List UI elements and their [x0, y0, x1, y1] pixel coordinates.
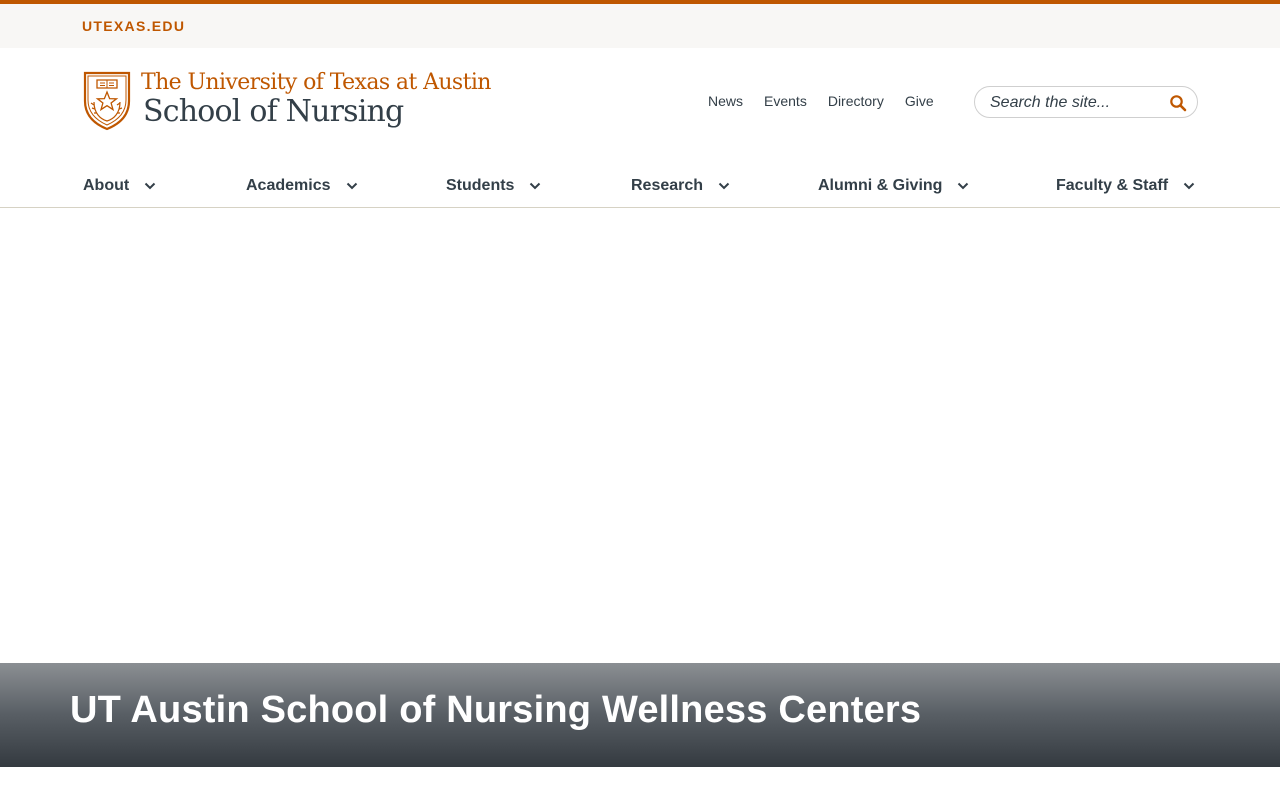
chevron-down-icon — [718, 182, 730, 190]
nav-item-label: Academics — [246, 177, 331, 194]
logo-university-name: The University of Texas at Austin — [141, 70, 491, 95]
nav-item-label: Research — [631, 177, 704, 194]
chevron-down-icon — [346, 182, 357, 190]
quick-link-give[interactable]: Give — [905, 93, 934, 109]
site-search — [974, 86, 1198, 118]
quick-link-news[interactable]: News — [708, 93, 743, 109]
nav-item-faculty-staff[interactable]: Faculty & Staff — [1056, 177, 1195, 195]
school-logo[interactable]: The University of Texas at Austin School… — [83, 70, 491, 134]
quick-link-events[interactable]: Events — [764, 93, 807, 109]
chevron-down-icon — [958, 182, 969, 190]
nav-item-label: About — [83, 177, 130, 194]
nav-item-research[interactable]: Research — [631, 177, 730, 195]
quick-links: News Events Directory Give — [708, 93, 934, 109]
nav-item-label: Alumni & Giving — [818, 177, 943, 194]
utexas-link[interactable]: UTEXAS.EDU — [82, 18, 185, 34]
nav-item-alumni-giving[interactable]: Alumni & Giving — [818, 177, 969, 195]
nav-item-students[interactable]: Students — [446, 177, 541, 195]
search-icon[interactable] — [1169, 94, 1187, 112]
nav-item-label: Students — [446, 177, 515, 194]
chevron-down-icon — [530, 182, 541, 190]
search-input[interactable] — [990, 93, 1165, 113]
quick-link-directory[interactable]: Directory — [828, 93, 884, 109]
main-navigation: About Academics Students Research Alumni… — [0, 166, 1280, 208]
page-title: UT Austin School of Nursing Wellness Cen… — [70, 689, 922, 731]
utility-bar: UTEXAS.EDU — [0, 4, 1280, 48]
nav-item-about[interactable]: About — [83, 177, 156, 195]
chevron-down-icon — [1183, 182, 1195, 190]
chevron-down-icon — [144, 182, 156, 190]
nav-item-label: Faculty & Staff — [1056, 177, 1169, 194]
logo-school-name: School of Nursing — [143, 94, 404, 129]
ut-shield-icon — [83, 71, 131, 131]
hero-title-bar: UT Austin School of Nursing Wellness Cen… — [0, 663, 1280, 767]
nav-item-academics[interactable]: Academics — [246, 177, 358, 195]
